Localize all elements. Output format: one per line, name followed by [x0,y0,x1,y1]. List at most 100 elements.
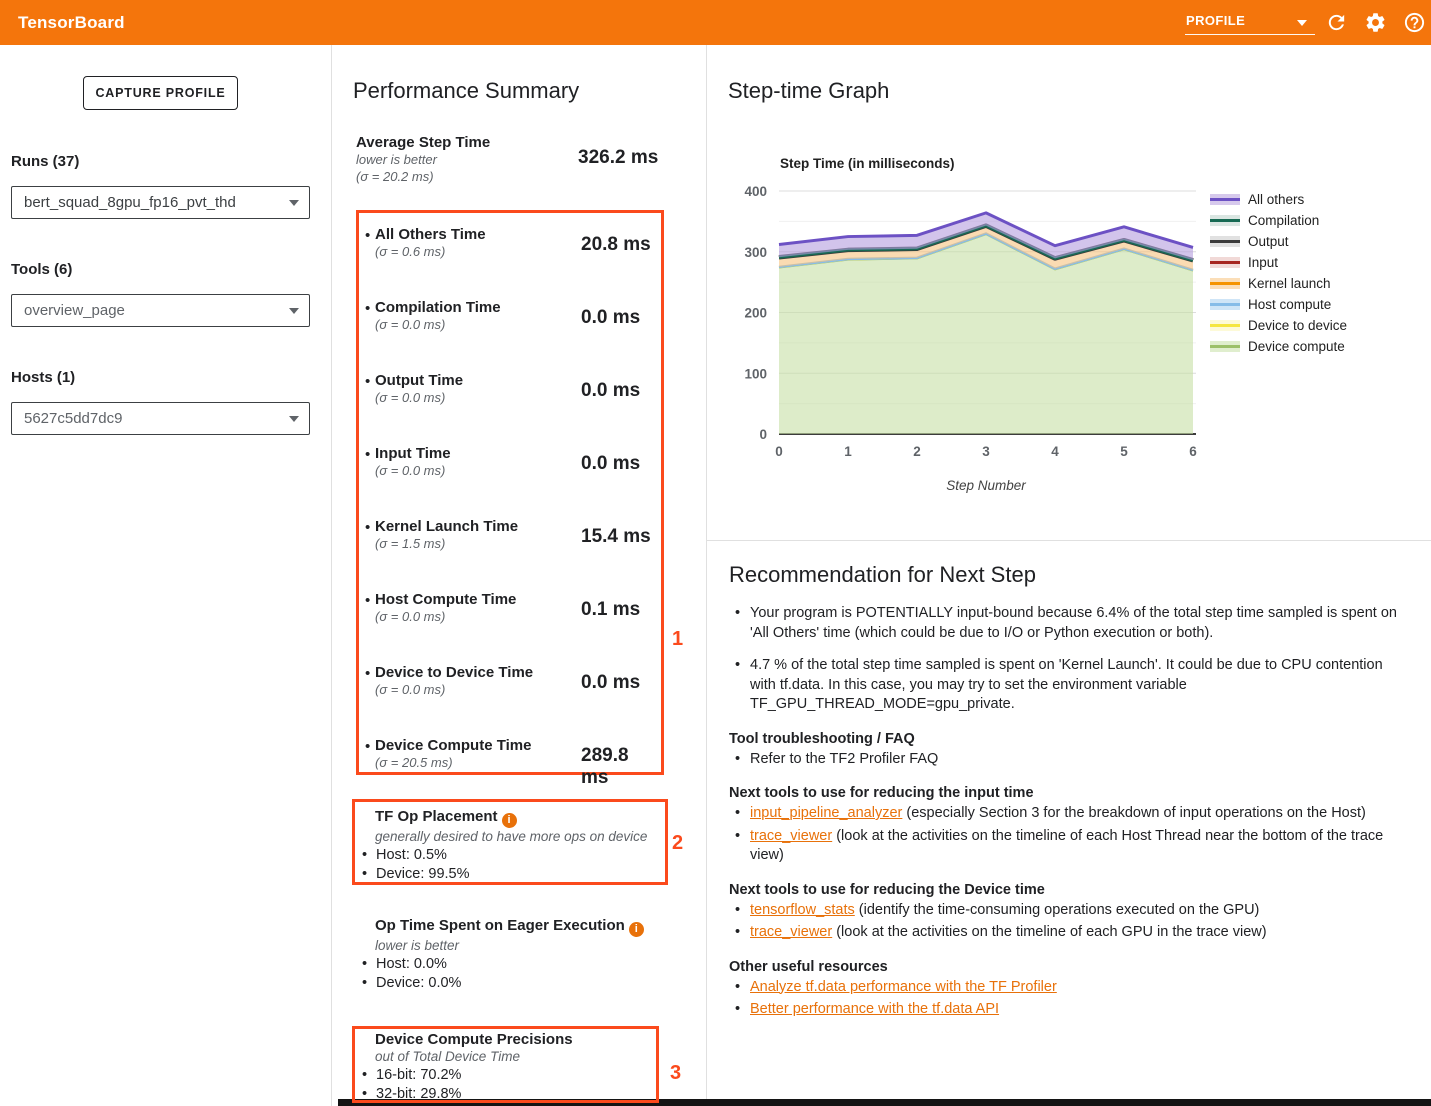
compute-precisions-title: Device Compute Precisions [362,1031,672,1048]
legend-item: Input [1210,252,1347,273]
metric-value: 0.0 ms [581,380,640,402]
trace-viewer-link[interactable]: trace_viewer [750,828,832,844]
hosts-select-value: 5627c5dd7dc9 [24,410,122,427]
tools-select-value: overview_page [24,302,125,319]
chart-legend: All others Compilation Output Input Kernel l… [1210,189,1347,357]
dashboard-selector[interactable]: PROFILE [1185,7,1315,35]
metric-label: Kernel Launch Time [375,518,575,535]
input-tools-item: input_pipeline_analyzer (especially Sect… [729,804,1401,824]
legend-label: Host compute [1248,297,1331,312]
chevron-down-icon [289,308,299,314]
refresh-button[interactable] [1325,11,1348,34]
tools-select[interactable]: overview_page [11,294,310,327]
svg-text:200: 200 [744,306,767,321]
sidebar-divider [331,45,332,1106]
metric-value: 0.0 ms [581,453,640,475]
legend-swatch-icon [1210,319,1240,332]
legend-swatch-icon [1210,214,1240,227]
svg-text:2: 2 [913,444,921,459]
hosts-select[interactable]: 5627c5dd7dc9 [11,402,310,435]
tf-op-placement-subtitle: generally desired to have more ops on de… [362,828,672,846]
eager-execution-device: Device: 0.0% [362,974,672,993]
metric-value: 15.4 ms [581,526,651,548]
other-resources-item: Analyze tf.data performance with the TF … [729,978,1401,998]
capture-profile-button[interactable]: CAPTURE PROFILE [83,76,238,110]
tensorflow-stats-link[interactable]: tensorflow_stats [750,902,855,918]
svg-text:4: 4 [1051,444,1059,459]
refresh-icon [1325,11,1348,34]
legend-label: Device compute [1248,339,1345,354]
legend-label: Input [1248,255,1278,270]
average-step-time-value: 326.2 ms [578,147,658,169]
trace-viewer-link[interactable]: trace_viewer [750,924,832,940]
legend-item: Kernel launch [1210,273,1347,294]
device-tools-item: tensorflow_stats (identify the time-cons… [729,901,1401,921]
metric-sigma: (σ = 0.0 ms) [375,681,575,698]
annotation-2-label: 2 [672,832,683,855]
recommendation-title: Recommendation for Next Step [729,562,1401,588]
eager-execution-title: Op Time Spent on Eager Execution [375,917,625,934]
tfdata-api-link[interactable]: Better performance with the tf.data API [750,1001,999,1017]
annotation-box-1: • All Others Time (σ = 0.6 ms) 20.8 ms •… [356,210,664,775]
compute-precisions-16bit: 16-bit: 70.2% [362,1066,672,1085]
recommendation-bullets: Your program is POTENTIALLY input-bound … [729,604,1401,715]
other-resources-heading: Other useful resources [729,959,1401,975]
metric-sigma: (σ = 20.5 ms) [375,754,575,771]
other-resources-section: Other useful resources Analyze tf.data p… [729,959,1401,1020]
tf-op-placement-device: Device: 99.5% [362,865,672,884]
tensorboard-profile-page: TensorBoard PROFILE CAPTURE PROFILE Runs… [0,0,1431,1106]
tf-op-placement-title: TF Op Placement [375,808,498,825]
metric-value: 0.0 ms [581,307,640,329]
metric-label: Compilation Time [375,299,575,316]
legend-label: All others [1248,192,1304,207]
input-tools-item: trace_viewer (look at the activities on … [729,827,1401,866]
metric-value: 289.8 ms [581,745,661,789]
tf-op-placement-block: TF Op Placement i generally desired to ha… [362,808,672,884]
other-resources-item: Better performance with the tf.data API [729,1000,1401,1020]
legend-item: Device to device [1210,315,1347,336]
info-icon[interactable]: i [502,813,517,828]
legend-swatch-icon [1210,277,1240,290]
info-icon[interactable]: i [629,922,644,937]
chevron-down-icon [289,200,299,206]
compute-precisions-subtitle: out of Total Device Time [362,1048,672,1066]
metric-label: Output Time [375,372,575,389]
input-pipeline-analyzer-link[interactable]: input_pipeline_analyzer [750,805,902,821]
metric-sigma: (σ = 0.0 ms) [375,462,575,479]
recommendation-section: Recommendation for Next Step Your progra… [729,562,1401,1023]
metric-sigma: (σ = 0.6 ms) [375,243,575,260]
legend-item: Output [1210,231,1347,252]
legend-item: Host compute [1210,294,1347,315]
chevron-down-icon [1297,20,1307,26]
device-tools-item-text: (look at the activities on the timeline … [832,924,1266,940]
bullet-icon: • [365,227,370,244]
runs-label: Runs (37) [11,153,79,170]
svg-text:400: 400 [744,184,767,199]
eager-execution-block: Op Time Spent on Eager Executioni lower … [362,917,672,993]
dashboard-selector-value: PROFILE [1186,13,1245,28]
svg-text:0: 0 [775,444,783,459]
metric-sigma: (σ = 0.0 ms) [375,608,575,625]
bullet-icon: • [365,738,370,755]
runs-select[interactable]: bert_squad_8gpu_fp16_pvt_thd [11,186,310,219]
bullet-icon: • [365,446,370,463]
metric-label: Host Compute Time [375,591,575,608]
recommendation-bullet: 4.7 % of the total step time sampled is … [729,656,1401,715]
runs-select-value: bert_squad_8gpu_fp16_pvt_thd [24,194,236,211]
faq-section: Tool troubleshooting / FAQ Refer to the … [729,731,1401,770]
legend-label: Output [1248,234,1289,249]
legend-label: Compilation [1248,213,1319,228]
svg-text:6: 6 [1189,444,1197,459]
tfdata-profiler-link[interactable]: Analyze tf.data performance with the TF … [750,979,1057,995]
faq-heading: Tool troubleshooting / FAQ [729,731,1401,747]
legend-swatch-icon [1210,298,1240,311]
settings-button[interactable] [1364,11,1387,34]
legend-swatch-icon [1210,193,1240,206]
help-button[interactable] [1403,11,1426,34]
annotation-3-label: 3 [670,1062,681,1085]
eager-execution-host: Host: 0.0% [362,955,672,974]
hosts-label: Hosts (1) [11,369,75,386]
app-title: TensorBoard [18,0,125,45]
help-icon [1403,11,1426,34]
compute-precisions-block: Device Compute Precisions out of Total D… [362,1031,672,1104]
